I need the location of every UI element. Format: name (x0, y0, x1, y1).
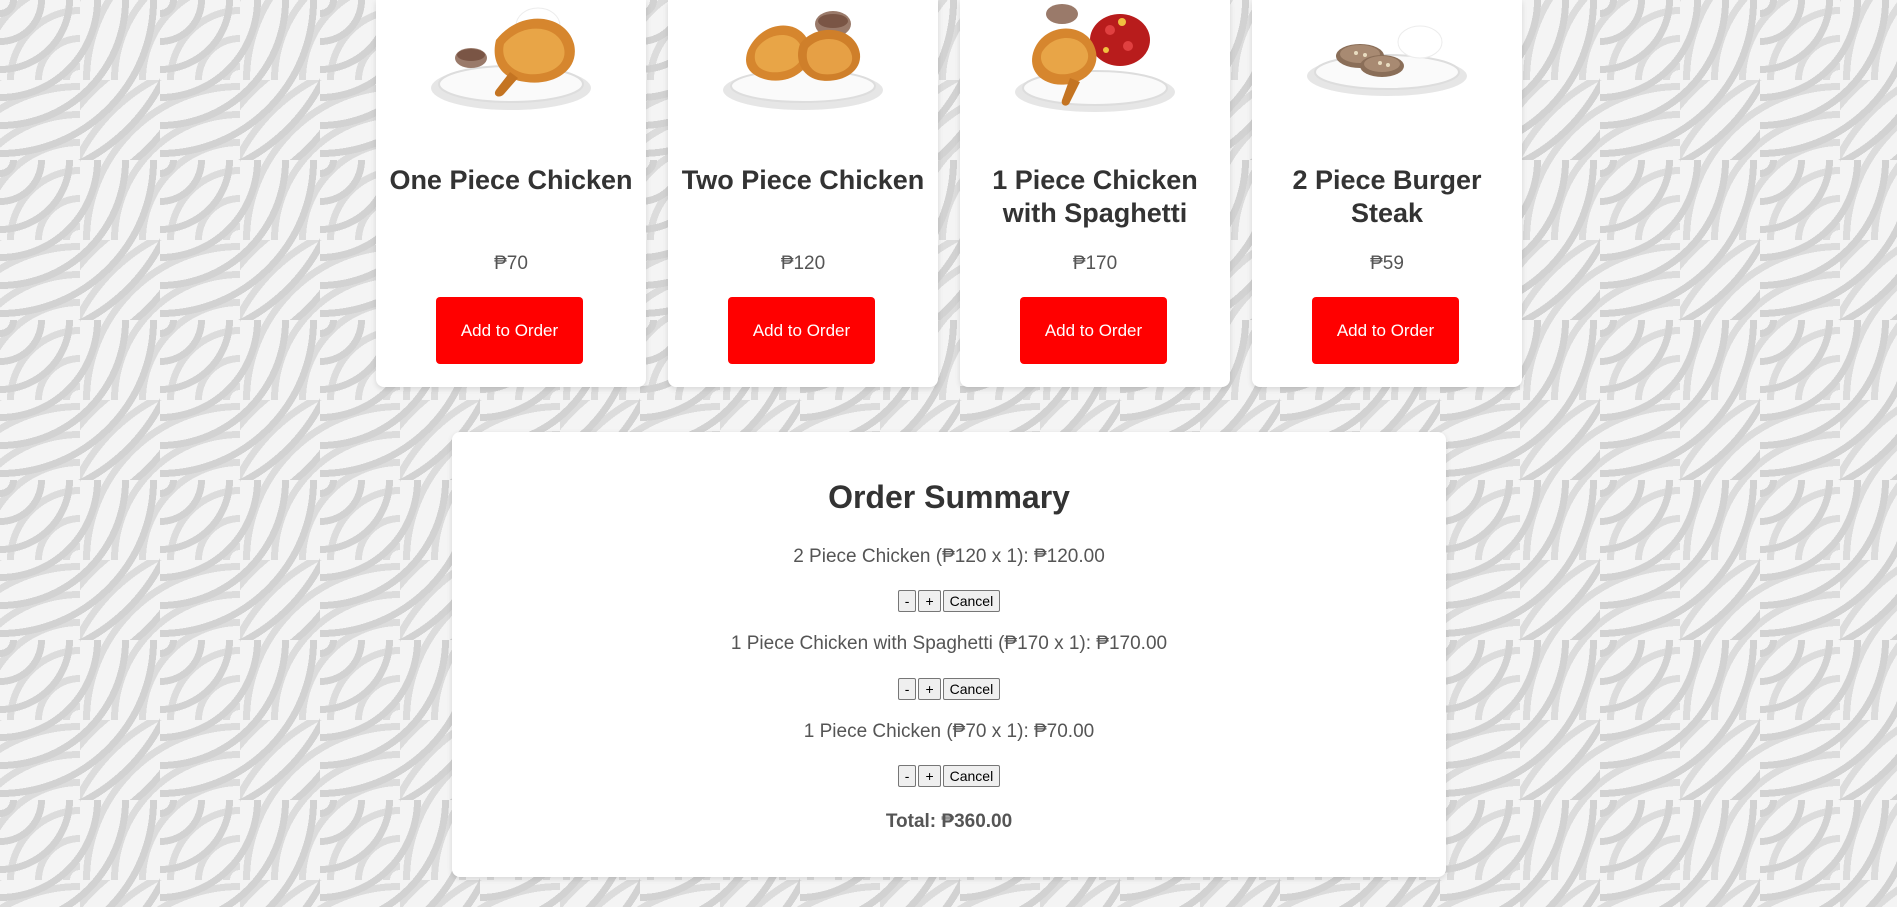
add-to-order-button[interactable]: Add to Order (1020, 297, 1167, 364)
menu-grid: One Piece Chicken ₱70 Add to Order Two P… (376, 0, 1524, 387)
increase-quantity-button[interactable]: + (918, 678, 941, 700)
order-summary-panel: Order Summary 2 Piece Chicken (₱120 x 1)… (452, 432, 1446, 877)
item-price: ₱120 (780, 253, 826, 274)
add-to-order-button[interactable]: Add to Order (1312, 297, 1459, 364)
item-name: 1 Piece Chicken with Spaghetti (992, 165, 1198, 228)
order-line-item: 1 Piece Chicken with Spaghetti (₱170 x 1… (730, 633, 1168, 654)
order-line-controls: - + Cancel (452, 678, 1446, 700)
chicken-with-spaghetti-image (1015, 4, 1175, 112)
decrease-quantity-button[interactable]: - (897, 590, 917, 612)
item-price: ₱170 (1072, 253, 1118, 274)
order-summary-title: Order Summary (828, 479, 1070, 515)
fried-chicken-two-piece-image (723, 11, 883, 110)
add-to-order-button[interactable]: Add to Order (728, 297, 875, 364)
item-name: Two Piece Chicken (681, 165, 925, 195)
menu-item-card: 1 Piece Chicken with Spaghetti ₱170 Add … (960, 0, 1230, 387)
cancel-item-button[interactable]: Cancel (942, 765, 1001, 787)
cancel-item-button[interactable]: Cancel (942, 678, 1001, 700)
fried-chicken-one-piece-image (431, 7, 591, 110)
item-price: ₱70 (494, 253, 528, 274)
menu-item-card: One Piece Chicken ₱70 Add to Order (376, 0, 646, 387)
decrease-quantity-button[interactable]: - (897, 678, 917, 700)
order-line-controls: - + Cancel (452, 765, 1446, 787)
burger-steak-image (1307, 25, 1467, 96)
add-to-order-button[interactable]: Add to Order (436, 297, 583, 364)
item-name: 2 Piece Burger Steak (1292, 165, 1482, 228)
order-line-item: 1 Piece Chicken (₱70 x 1): ₱70.00 (803, 721, 1095, 742)
increase-quantity-button[interactable]: + (918, 765, 941, 787)
menu-item-card: Two Piece Chicken ₱120 Add to Order (668, 0, 938, 387)
increase-quantity-button[interactable]: + (918, 590, 941, 612)
order-line-controls: - + Cancel (452, 590, 1446, 612)
cancel-item-button[interactable]: Cancel (942, 590, 1001, 612)
item-name: One Piece Chicken (389, 165, 633, 195)
menu-item-card: 2 Piece Burger Steak ₱59 Add to Order (1252, 0, 1522, 387)
order-total: Total: ₱360.00 (885, 811, 1013, 832)
item-price: ₱59 (1370, 253, 1404, 274)
decrease-quantity-button[interactable]: - (897, 765, 917, 787)
order-line-item: 2 Piece Chicken (₱120 x 1): ₱120.00 (793, 546, 1105, 567)
